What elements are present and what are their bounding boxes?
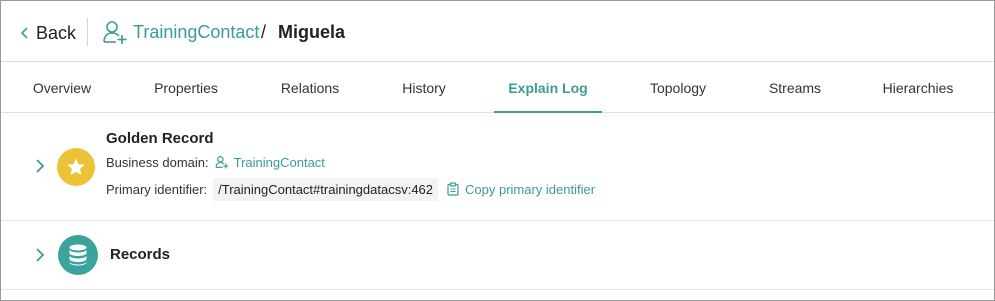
primary-identifier-row: Primary identifier: /TrainingContact#tra… [106, 177, 595, 201]
tab-history[interactable]: History [389, 63, 459, 112]
business-domain-value: TrainingContact [233, 154, 325, 170]
back-label: Back [36, 22, 77, 43]
golden-record-avatar [57, 148, 95, 186]
add-contact-icon [103, 21, 127, 44]
primary-identifier-value: /TrainingContact#trainingdatacsv:462 [213, 177, 439, 201]
tab-label: Streams [768, 79, 822, 96]
header-divider [87, 18, 88, 46]
page-header: Back TrainingContact / Miguela [1, 1, 994, 62]
tab-overview[interactable]: Overview [21, 63, 103, 112]
records-section: Records [1, 222, 994, 290]
tab-label: Overview [32, 79, 92, 96]
chevron-right-icon[interactable] [33, 157, 47, 175]
tab-label: Properties [154, 79, 218, 96]
records-title: Records [110, 246, 171, 263]
breadcrumb-separator: / [261, 22, 267, 42]
golden-record-section: Golden Record Business domain: TrainingC… [1, 114, 994, 221]
tab-hierarchies[interactable]: Hierarchies [873, 63, 963, 112]
tab-label: Explain Log [508, 79, 588, 96]
add-contact-icon [215, 156, 228, 169]
records-avatar [58, 235, 98, 275]
chevron-left-icon [20, 27, 28, 39]
back-button[interactable]: Back [18, 20, 76, 46]
breadcrumb-entity-type[interactable]: TrainingContact [133, 22, 259, 43]
primary-identifier-label: Primary identifier: [106, 181, 208, 197]
tab-bar: Overview Properties Relations History Ex… [1, 63, 994, 113]
tab-streams[interactable]: Streams [757, 63, 833, 112]
tab-label: Topology [649, 79, 707, 96]
tab-relations[interactable]: Relations [269, 63, 351, 112]
business-domain-label: Business domain: [106, 154, 209, 170]
tab-label: Relations [280, 79, 340, 96]
tab-properties[interactable]: Properties [144, 63, 228, 112]
golden-record-title: Golden Record [106, 130, 214, 147]
page-title: Miguela [278, 22, 346, 42]
tab-explain-log[interactable]: Explain Log [494, 63, 602, 113]
entity-page: Back TrainingContact / Miguela Overview … [0, 0, 995, 301]
tab-label: History [402, 79, 446, 96]
database-icon [69, 244, 87, 266]
copy-label: Copy primary identifier [465, 181, 596, 197]
tab-topology[interactable]: Topology [637, 63, 719, 112]
clipboard-icon [447, 182, 459, 196]
star-icon [67, 158, 85, 175]
copy-primary-identifier-button[interactable]: Copy primary identifier [447, 182, 595, 197]
business-domain-link[interactable]: TrainingContact [215, 155, 325, 170]
chevron-right-icon[interactable] [33, 246, 47, 264]
tab-label: Hierarchies [882, 79, 954, 96]
business-domain-row: Business domain: TrainingContact [106, 153, 325, 171]
